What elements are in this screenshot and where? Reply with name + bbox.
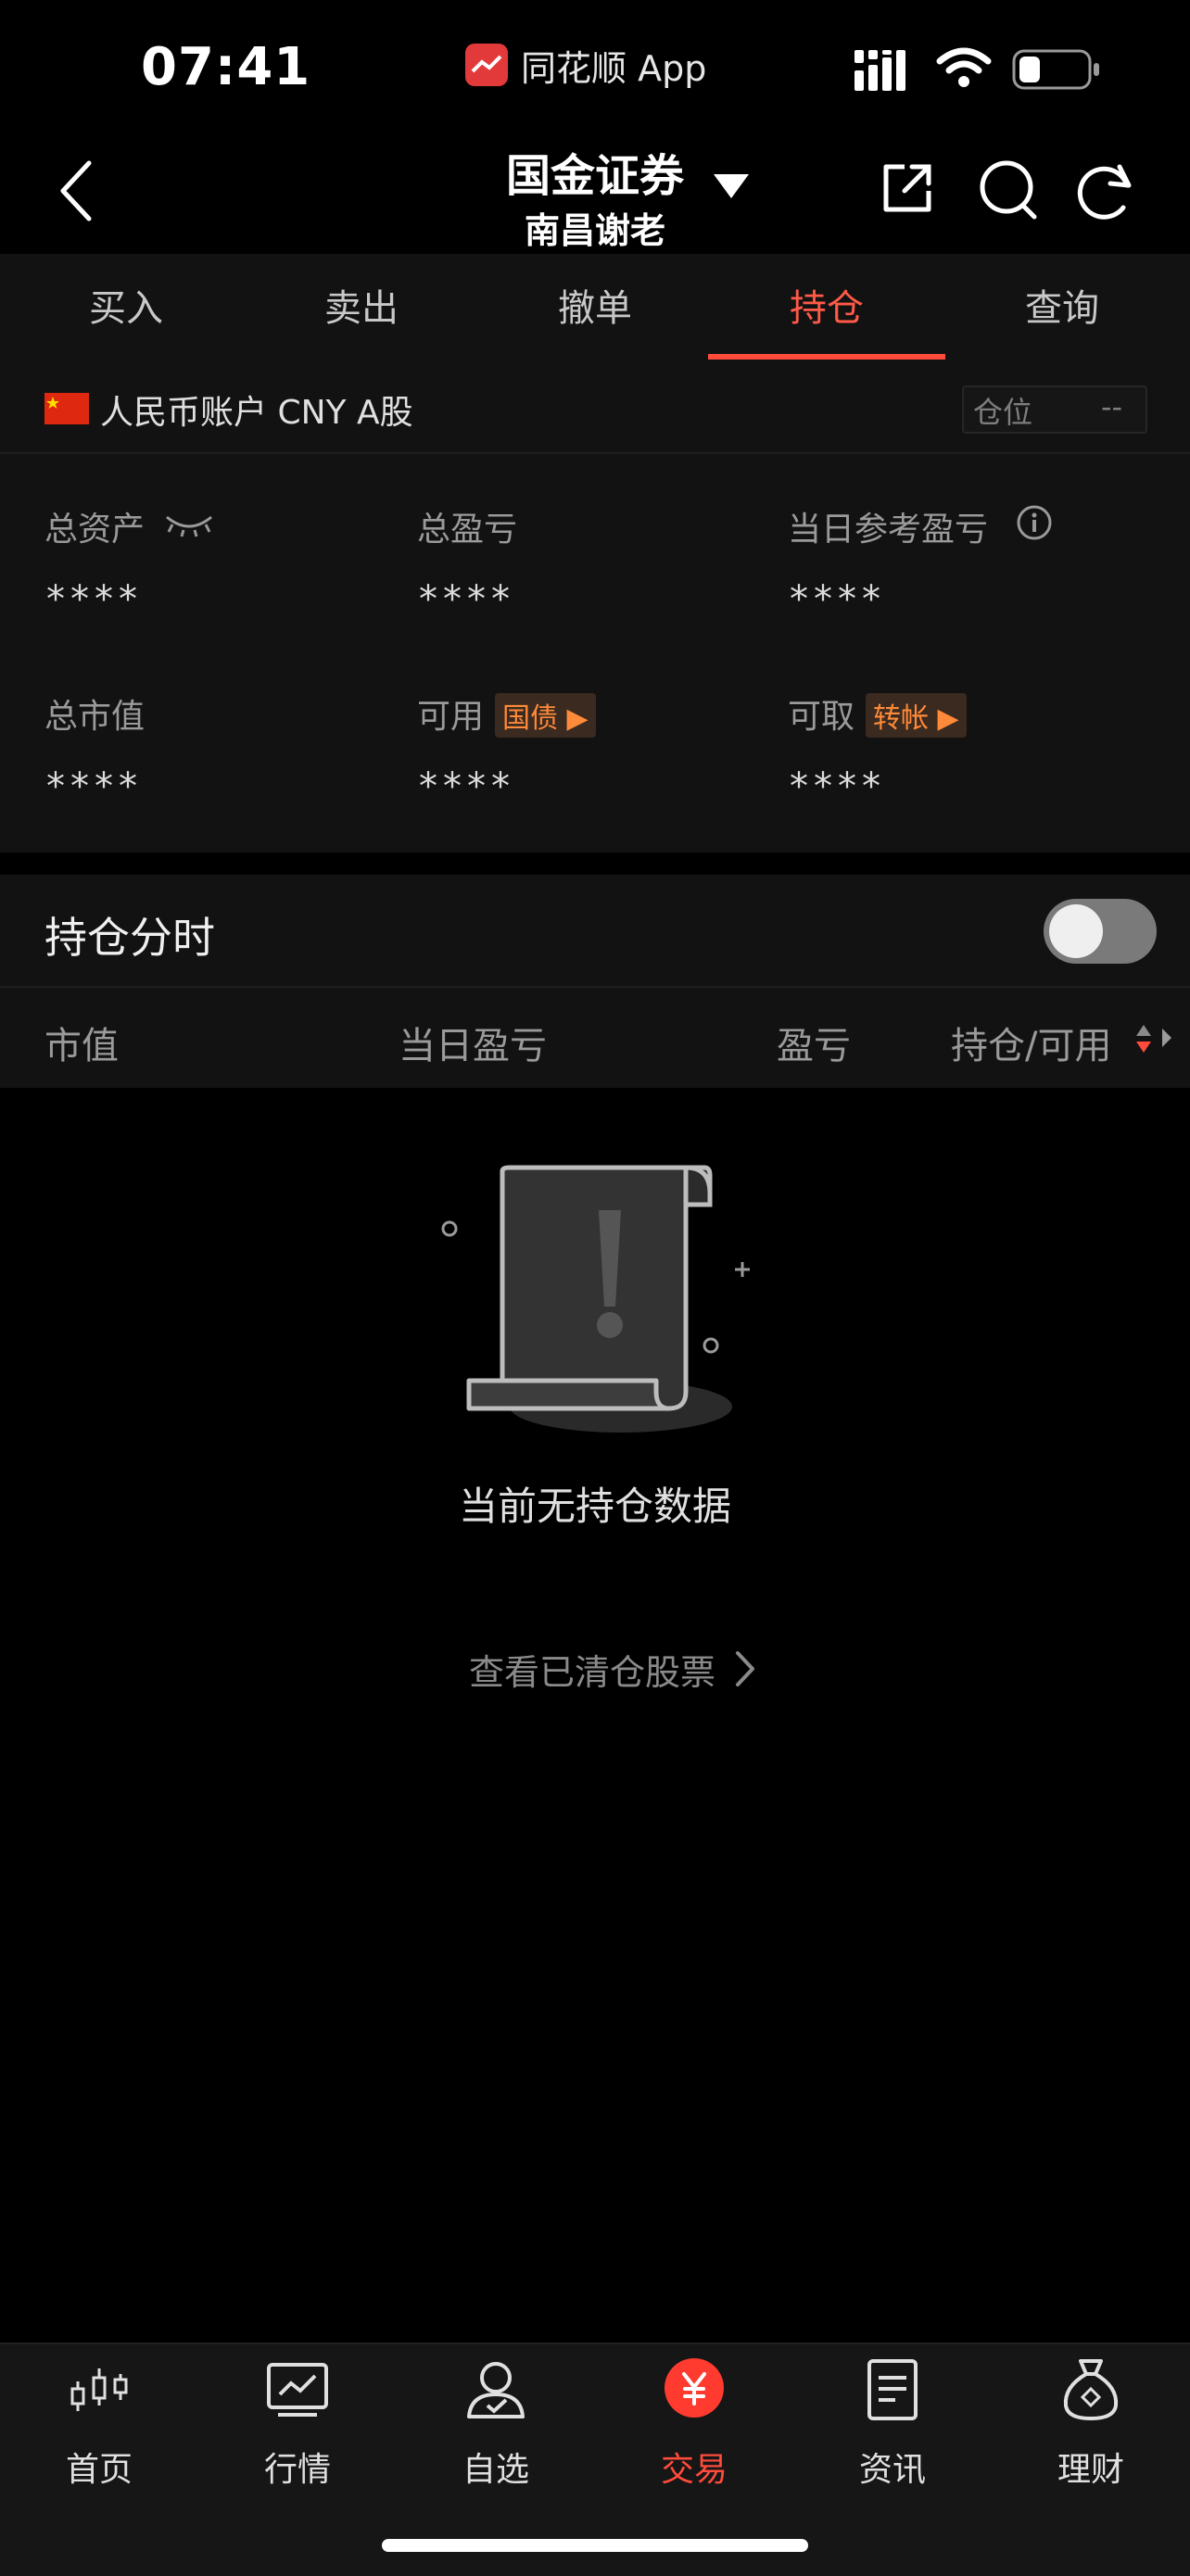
treasury-bond-badge-text: 国债 — [502, 702, 559, 735]
tab-query[interactable]: 查询 — [943, 254, 1181, 363]
available-label-text: 可用 — [417, 698, 485, 736]
wifi-icon — [936, 47, 992, 87]
tabbar-home-label: 首页 — [65, 2451, 133, 2489]
back-chevron-icon[interactable] — [56, 158, 96, 224]
signal-icon — [855, 50, 905, 91]
available-value: **** — [419, 765, 515, 808]
tab-buy[interactable]: 买入 — [7, 254, 245, 363]
badge-arrow-icon: ▶ — [558, 702, 589, 735]
total-pnl-label: 总盈亏 — [417, 511, 518, 549]
app-logo-icon — [465, 44, 508, 86]
tabbar-watchlist[interactable]: 自选 — [397, 2342, 595, 2500]
tabbar-watchlist-label: 自选 — [462, 2451, 529, 2489]
chevron-right-icon[interactable] — [734, 1649, 756, 1688]
tabbar-trade-label: 交易 — [660, 2451, 728, 2489]
total-pnl-value: **** — [419, 578, 515, 621]
china-flag-icon — [44, 393, 89, 424]
total-market-value-value: **** — [46, 765, 143, 808]
withdrawable-value: **** — [790, 765, 886, 808]
withdrawable-label-text: 可取 — [788, 698, 855, 736]
news-icon — [867, 2359, 918, 2420]
chart-icon — [267, 2363, 328, 2417]
yuan-icon — [665, 2358, 724, 2418]
app-indicator-label: 同花顺 App — [521, 47, 707, 89]
daily-ref-pnl-value: **** — [790, 578, 886, 621]
empty-document-icon — [441, 1165, 750, 1433]
search-icon[interactable] — [979, 159, 1040, 221]
app-indicator[interactable]: 同花顺 App — [465, 39, 706, 91]
holdings-timeshare-label: 持仓分时 — [44, 913, 215, 963]
tab-cancel-order[interactable]: 撤单 — [476, 254, 714, 363]
col-pnl[interactable]: 盈亏 — [777, 1016, 851, 1069]
view-cleared-stocks-label: 查看已清仓股票 — [469, 1652, 716, 1693]
transfer-badge[interactable]: 转帐 ▶ — [866, 693, 967, 738]
col-position-available[interactable]: 持仓/可用 — [951, 1016, 1111, 1069]
position-value: -- — [1101, 389, 1123, 424]
battery-icon — [1012, 49, 1099, 90]
tabbar-news-label: 资讯 — [858, 2451, 926, 2489]
holdings-timeshare-toggle[interactable] — [1044, 899, 1157, 964]
active-tab-indicator — [708, 354, 945, 360]
user-icon — [467, 2362, 525, 2418]
total-market-value-label: 总市值 — [44, 698, 146, 736]
refresh-icon[interactable] — [1075, 159, 1136, 221]
sort-icon[interactable] — [1134, 1021, 1175, 1058]
tabbar-wealth-label: 理财 — [1057, 2451, 1124, 2489]
available-label: 可用 国债 ▶ — [417, 689, 596, 738]
status-time: 07:41 — [141, 37, 311, 97]
candlestick-icon — [70, 2368, 128, 2411]
transfer-badge-text: 转帐 — [873, 702, 930, 735]
tabbar-wealth[interactable]: 理财 — [992, 2342, 1190, 2500]
position-label: 仓位 — [973, 395, 1033, 430]
col-daily-pnl[interactable]: 当日盈亏 — [399, 1016, 547, 1069]
withdrawable-label: 可取 转帐 ▶ — [788, 689, 967, 738]
total-assets-label: 总资产 — [44, 511, 146, 549]
toggle-knob — [1049, 904, 1103, 958]
account-label[interactable]: 人民币账户 CNY A股 — [100, 385, 413, 434]
eye-closed-icon[interactable] — [163, 510, 215, 537]
total-assets-value: **** — [46, 578, 143, 621]
daily-ref-pnl-label: 当日参考盈亏 — [788, 511, 989, 549]
treasury-bond-badge[interactable]: 国债 ▶ — [495, 693, 596, 738]
section-divider — [0, 852, 1190, 875]
tab-holdings[interactable]: 持仓 — [708, 254, 945, 363]
badge-arrow-icon: ▶ — [929, 702, 959, 735]
tabbar-trade[interactable]: 交易 — [595, 2342, 793, 2500]
trade-tabs: 买入 卖出 撤单 持仓 查询 — [0, 254, 1190, 365]
col-market-value[interactable]: 市值 — [44, 1016, 119, 1069]
info-icon[interactable] — [1016, 504, 1053, 541]
view-cleared-stocks-link[interactable]: 查看已清仓股票 — [469, 1644, 715, 1695]
account-owner[interactable]: 南昌谢老 — [410, 202, 780, 253]
tab-sell[interactable]: 卖出 — [243, 254, 480, 363]
money-bag-icon — [1063, 2359, 1119, 2420]
tabbar-market[interactable]: 行情 — [198, 2342, 397, 2500]
empty-state-message: 当前无持仓数据 — [458, 1484, 731, 1529]
tabbar-market-label: 行情 — [263, 2451, 331, 2489]
tabbar-news[interactable]: 资讯 — [793, 2342, 992, 2500]
home-indicator[interactable] — [382, 2539, 808, 2552]
share-icon[interactable] — [879, 159, 936, 217]
tabbar-home[interactable]: 首页 — [0, 2342, 198, 2500]
dropdown-triangle-icon[interactable] — [714, 172, 749, 200]
